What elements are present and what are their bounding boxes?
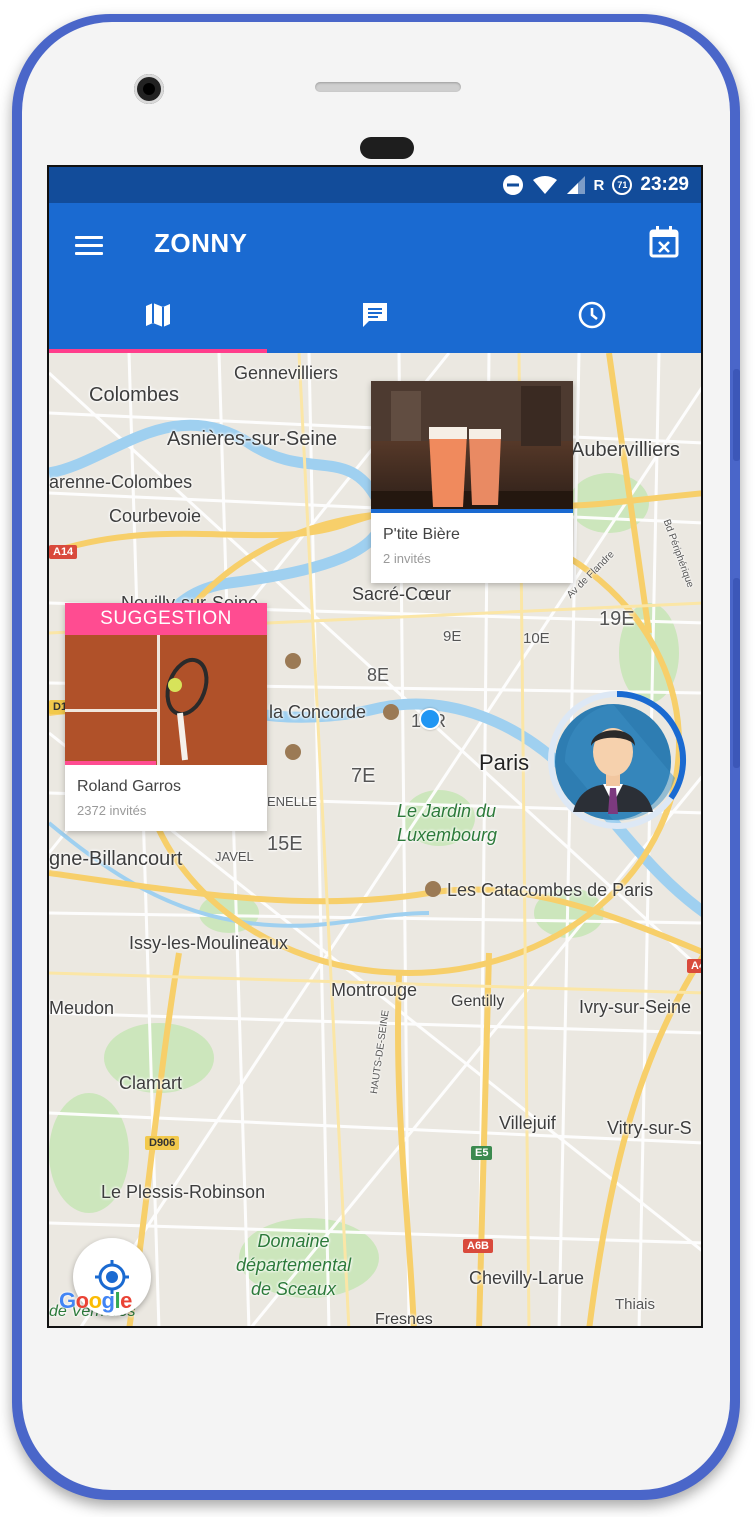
map-view[interactable]: Gennevilliers Colombes Asnières-sur-Sein… (49, 353, 701, 1326)
event-progress-bar (371, 509, 573, 513)
event-invites: 2 invités (383, 551, 431, 566)
do-not-disturb-icon (502, 175, 523, 195)
map-label: la Concorde (269, 702, 367, 722)
map-label: Gennevilliers (234, 363, 339, 383)
tab-bar (49, 296, 701, 353)
clock-time: 23:29 (640, 174, 689, 195)
road-badge: D906 (145, 1136, 180, 1150)
map-label: 10E (523, 630, 550, 647)
event-title: P'tite Bière (383, 526, 460, 543)
road-badge: A6B (463, 1239, 494, 1253)
map-label: Meudon (49, 998, 115, 1018)
poi-icon (383, 704, 399, 720)
map-label: Paris (479, 750, 530, 775)
road-badge: E5 (471, 1146, 493, 1160)
network-type: R (593, 176, 605, 194)
map-label: 9E (443, 628, 462, 645)
map-label: Domaine départemental de Sceaux (236, 1231, 352, 1299)
event-progress-bar (65, 761, 156, 765)
road-badge: A4 (687, 959, 701, 973)
map-label: Montrouge (331, 980, 418, 1000)
map-label: 19E (599, 608, 635, 630)
map-label: Aubervilliers (571, 439, 680, 461)
poi-icon (285, 744, 301, 760)
earpiece-speaker (315, 82, 461, 92)
tennis-racket-icon (65, 635, 267, 765)
map-label: arenne-Colombes (49, 472, 193, 492)
map-label: Fresnes (375, 1311, 433, 1326)
map-label: Ivry-sur-Seine (579, 997, 692, 1017)
map-label: Gentilly (451, 993, 505, 1010)
status-bar: R 71 23:29 (49, 167, 701, 203)
proximity-sensor (360, 137, 414, 159)
tab-chat[interactable] (266, 296, 483, 353)
clock-icon (579, 301, 606, 329)
current-location-dot (419, 708, 441, 730)
avatar (548, 691, 687, 829)
poi-icon (425, 881, 441, 897)
suggestion-banner: SUGGESTION (65, 603, 267, 635)
map-icon (145, 303, 170, 327)
map-label: Asnières-sur-Seine (167, 428, 338, 450)
beer-glass-icon (371, 381, 573, 513)
notification-count: 71 (617, 180, 628, 190)
event-invites: 2372 invités (77, 803, 147, 818)
tab-history[interactable] (484, 296, 701, 353)
map-label: Chevilly-Larue (469, 1268, 585, 1288)
map-label: gne-Billancourt (49, 848, 183, 870)
map-label: Le Plessis-Robinson (101, 1182, 266, 1202)
calendar-remove-icon[interactable] (647, 225, 681, 259)
map-label: Vitry-sur-S (607, 1118, 692, 1138)
friend-avatar-marker[interactable] (545, 688, 689, 832)
event-image-beer (371, 381, 573, 513)
map-label: Issy-les-Moulineaux (129, 933, 289, 953)
event-card-suggestion[interactable]: SUGGESTION Roland Garros 2372 invités (65, 603, 267, 831)
volume-button (733, 578, 740, 768)
chat-icon (362, 303, 387, 327)
map-label: 15E (267, 833, 303, 855)
event-card[interactable]: P'tite Bière 2 invités (371, 381, 573, 583)
tab-map[interactable] (49, 296, 266, 353)
map-label: 7E (351, 765, 376, 787)
map-label: Colombes (89, 384, 180, 406)
cell-signal-icon (566, 176, 585, 194)
menu-icon[interactable] (73, 231, 105, 261)
power-button (733, 369, 740, 461)
event-title: Roland Garros (77, 778, 182, 795)
wifi-icon (532, 176, 557, 194)
app-screen: R 71 23:29 ZONNY Gennevilliers Colombes … (47, 165, 703, 1328)
road-badge: A14 (49, 545, 78, 559)
app-title: ZONNY (154, 228, 248, 258)
map-label: 8E (367, 665, 390, 685)
front-camera (134, 74, 164, 104)
google-logo: Google (59, 1288, 132, 1313)
map-label: ENELLE (267, 794, 317, 809)
map-label: Sacré-Cœur (352, 584, 452, 604)
event-image-tennis (65, 635, 267, 765)
map-label: Thiais (615, 1296, 656, 1313)
map-label: Le Jardin du Luxembourg (397, 801, 498, 845)
map-label: Clamart (119, 1073, 183, 1093)
notification-badge-icon: 71 (612, 175, 633, 195)
map-label: JAVEL (215, 849, 254, 864)
poi-icon (285, 653, 301, 669)
map-label: Les Catacombes de Paris (447, 880, 654, 900)
map-label: Courbevoie (109, 506, 202, 526)
map-label: Villejuif (499, 1113, 556, 1133)
app-bar: ZONNY (49, 203, 701, 353)
